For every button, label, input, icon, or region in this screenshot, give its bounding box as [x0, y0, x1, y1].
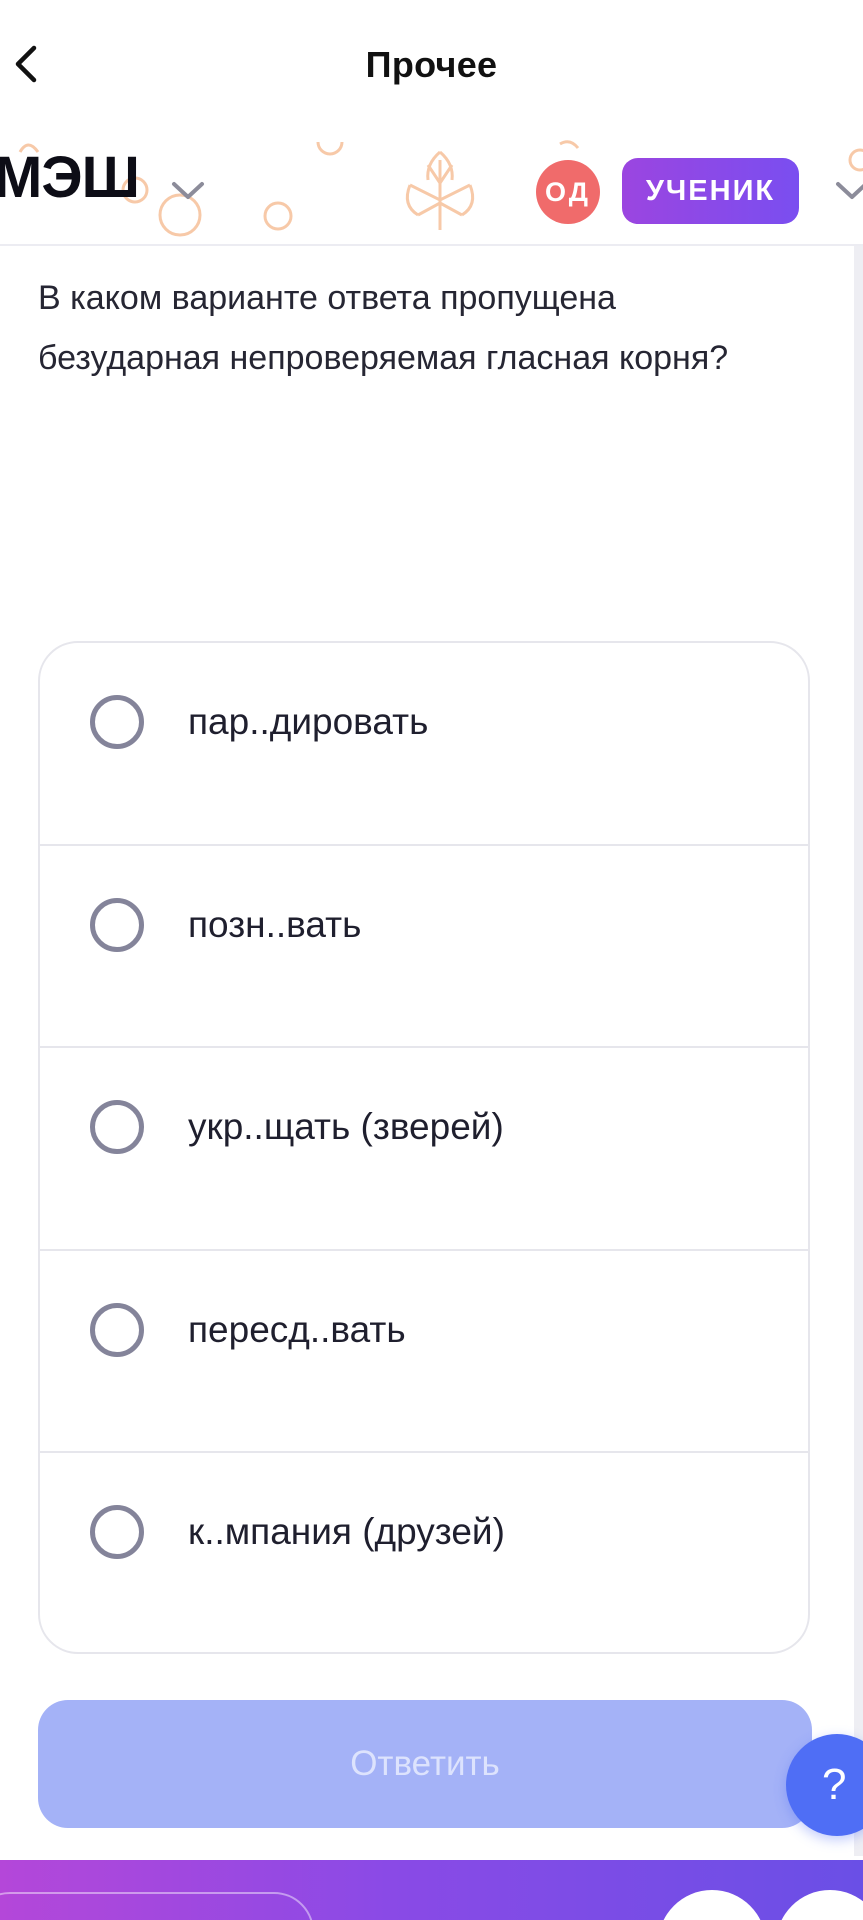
bottom-action-button[interactable]	[776, 1890, 863, 1920]
top-nav-bar: Прочее	[0, 0, 863, 130]
logo-menu-toggle[interactable]	[168, 178, 208, 204]
mesh-logo: МЭШ	[0, 145, 140, 210]
answer-option-label: к..мпания (друзей)	[188, 1511, 505, 1553]
answer-option[interactable]: пересд..вать	[40, 1251, 808, 1454]
radio-unchecked-icon[interactable]	[90, 1505, 144, 1560]
radio-unchecked-icon[interactable]	[90, 695, 144, 749]
answer-option-label: пересд..вать	[188, 1308, 406, 1350]
chevron-down-icon	[172, 182, 204, 199]
answer-option[interactable]: позн..вать	[40, 846, 808, 1049]
answer-options: пар..дировать позн..вать укр..щать (звер…	[38, 641, 810, 1654]
bottom-pill-button[interactable]	[0, 1892, 314, 1920]
role-menu-toggle[interactable]	[832, 178, 863, 204]
answer-option[interactable]: к..мпания (друзей)	[40, 1453, 808, 1652]
app-header: МЭШ ОД УЧЕНИК	[0, 130, 863, 246]
answer-option-label: пар..дировать	[188, 701, 429, 742]
app-screen: Прочее МЭШ ОД УЧЕНИК В каком варианте от…	[0, 0, 863, 1920]
answer-option-label: укр..щать (зверей)	[188, 1106, 504, 1148]
radio-unchecked-icon[interactable]	[90, 897, 144, 952]
radio-unchecked-icon[interactable]	[90, 1100, 144, 1155]
question-text: В каком варианте ответа пропущена безуда…	[38, 279, 729, 377]
user-avatar[interactable]: ОД	[536, 160, 600, 224]
bottom-bar	[0, 1860, 863, 1920]
answer-option[interactable]: укр..щать (зверей)	[40, 1048, 808, 1251]
answer-option[interactable]: пар..дировать	[40, 643, 808, 846]
chevron-down-icon	[836, 182, 863, 199]
submit-answer-button[interactable]: Ответить	[38, 1700, 812, 1828]
role-badge-button[interactable]: УЧЕНИК	[622, 158, 799, 224]
radio-unchecked-icon[interactable]	[90, 1302, 144, 1357]
answer-option-label: позн..вать	[188, 903, 362, 945]
scrollbar[interactable]	[854, 246, 863, 1856]
bottom-action-button[interactable]	[658, 1890, 766, 1920]
page-title: Прочее	[365, 44, 498, 85]
